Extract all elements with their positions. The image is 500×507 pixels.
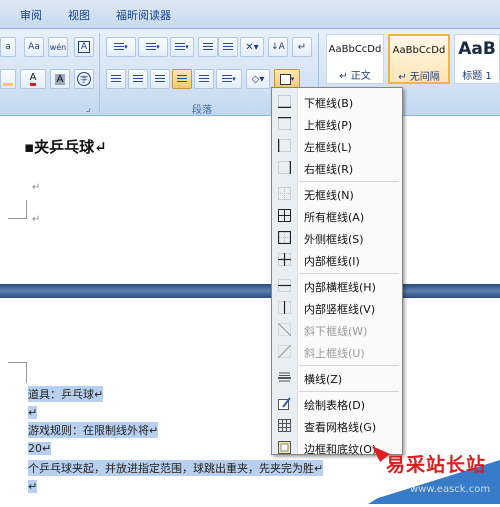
- font-dialog-launcher-icon[interactable]: ⌟: [86, 103, 91, 114]
- all-borders-icon: [278, 209, 291, 222]
- menu-separator: [299, 365, 399, 366]
- watermark-url: www.easck.com: [410, 484, 491, 495]
- align-left-button[interactable]: [106, 69, 126, 89]
- menu-separator: [299, 273, 399, 274]
- horizontal-line-icon: [278, 372, 291, 382]
- menu-item-border-right[interactable]: 右框线(R): [272, 157, 402, 179]
- phonetic-guide-button[interactable]: wén: [48, 37, 68, 57]
- chinese-layout-button[interactable]: ✕▾: [240, 37, 264, 57]
- bullets-button[interactable]: ▾: [106, 37, 136, 57]
- menu-item-border-left[interactable]: 左框线(L): [272, 135, 402, 157]
- inside-horizontal-border-icon: [278, 279, 291, 292]
- ribbon-tab-bar: 审阅 视图 福昕阅读器: [0, 0, 500, 29]
- justify-button[interactable]: [172, 69, 192, 89]
- menu-item-no-border[interactable]: 无框线(N): [272, 183, 402, 205]
- menu-separator: [299, 181, 399, 182]
- heading-text: ▪夹乒乓球↵: [24, 138, 107, 156]
- menu-item-diagonal-down-border[interactable]: 斜下框线(W): [272, 319, 402, 341]
- menu-item-draw-table[interactable]: 绘制表格(D): [272, 393, 402, 415]
- margin-marker: [8, 362, 27, 383]
- page-break-divider: [0, 284, 500, 298]
- doc-line: ↵: [28, 406, 38, 419]
- margin-marker: [8, 200, 27, 219]
- menu-item-horizontal-line[interactable]: 横线(Z): [272, 367, 402, 389]
- decrease-indent-button[interactable]: [198, 37, 218, 57]
- doc-line: 游戏规则：在限制线外将↵: [28, 422, 159, 438]
- border-icon: [279, 73, 291, 85]
- outside-borders-icon: [278, 231, 291, 244]
- pilcrow-icon: ↵: [297, 41, 307, 53]
- menu-item-border-top[interactable]: 上框线(P): [272, 113, 402, 135]
- menu-item-inside-vertical-border[interactable]: 内部竖框线(V): [272, 297, 402, 319]
- border-right-icon: [278, 161, 291, 174]
- menu-item-border-bottom[interactable]: 下框线(B): [272, 91, 402, 113]
- menu-item-inside-horizontal-border[interactable]: 内部横框线(H): [272, 275, 402, 297]
- border-top-icon: [278, 117, 291, 130]
- tab-view[interactable]: 视图: [68, 7, 90, 23]
- diagonal-down-border-icon: [278, 323, 291, 336]
- style-heading-1[interactable]: AaB 标题 1: [454, 34, 500, 84]
- draw-table-icon: [278, 397, 291, 410]
- view-gridlines-icon: [278, 419, 291, 432]
- menu-item-all-borders[interactable]: 所有框线(A): [272, 205, 402, 227]
- font-color-button[interactable]: A: [20, 69, 46, 89]
- numbering-button[interactable]: ▾: [138, 37, 168, 57]
- paragraph-mark: ↵: [32, 182, 41, 193]
- document-page-top[interactable]: ▪夹乒乓球↵ ↵ ↵: [0, 116, 500, 284]
- paragraph-mark: ↵: [32, 214, 41, 225]
- tab-foxit-reader[interactable]: 福昕阅读器: [116, 7, 171, 23]
- font-size-shrink-button[interactable]: a: [0, 37, 16, 57]
- doc-line: 20↵: [28, 442, 52, 455]
- align-right-button[interactable]: [150, 69, 170, 89]
- ribbon: a Aa wén A A A 字 ⌟ ▾ ▾ ▾ ✕▾ ↓A ↵ ▾ ◇▾ ▾ …: [0, 29, 500, 116]
- menu-separator: [299, 391, 399, 392]
- increase-indent-button[interactable]: [218, 37, 238, 57]
- shading-button[interactable]: ◇▾: [246, 69, 270, 89]
- menu-item-diagonal-up-border[interactable]: 斜上框线(U): [272, 341, 402, 363]
- style-normal[interactable]: AaBbCcDd ↵ 正文: [326, 34, 384, 84]
- distributed-button[interactable]: [194, 69, 214, 89]
- borders-dropdown-menu: 下框线(B) 上框线(P) 左框线(L) 右框线(R) 无框线(N) 所有框线(…: [271, 87, 403, 456]
- border-left-icon: [278, 139, 291, 152]
- no-border-icon: [278, 187, 291, 200]
- group-label-paragraph: 段落: [192, 105, 212, 116]
- menu-item-outside-borders[interactable]: 外侧框线(S): [272, 227, 402, 249]
- border-bottom-icon: [278, 95, 291, 108]
- style-no-spacing[interactable]: AaBbCcDd ↵ 无间隔: [388, 34, 450, 84]
- doc-line: 个乒乓球夹起，并放进指定范围，球跳出重夹，先夹完为胜↵: [28, 460, 324, 476]
- font-color-icon: A: [29, 72, 37, 86]
- sort-icon: ↓A: [271, 42, 285, 52]
- enclose-characters-button[interactable]: 字: [74, 69, 94, 89]
- sort-button[interactable]: ↓A: [268, 37, 288, 57]
- character-border-button[interactable]: A: [74, 37, 94, 57]
- inside-borders-icon: [278, 253, 291, 266]
- enclose-icon: 字: [77, 72, 91, 86]
- line-spacing-button[interactable]: ▾: [216, 69, 242, 89]
- doc-line: 道具：乒乓球↵: [28, 386, 104, 402]
- highlight-color-button[interactable]: [0, 69, 16, 89]
- diagonal-up-border-icon: [278, 345, 291, 358]
- doc-line: ↵: [28, 480, 38, 493]
- watermark-text: 易采站长站: [386, 454, 487, 476]
- character-shading-button[interactable]: A: [50, 69, 70, 89]
- change-case-button[interactable]: Aa: [24, 37, 44, 57]
- menu-item-view-gridlines[interactable]: 查看网格线(G): [272, 415, 402, 437]
- show-hide-marks-button[interactable]: ↵: [292, 37, 312, 57]
- borders-dropdown-button[interactable]: ▾: [274, 69, 300, 89]
- watermark-logo: 易采站长站 www.easck.com: [368, 440, 500, 504]
- menu-item-inside-borders[interactable]: 内部框线(I): [272, 249, 402, 271]
- paint-bucket-icon: ◇▾: [251, 73, 265, 85]
- multilevel-list-button[interactable]: ▾: [170, 37, 194, 57]
- group-divider: [99, 33, 100, 113]
- inside-vertical-border-icon: [278, 301, 291, 314]
- borders-shading-icon: [278, 441, 291, 454]
- tab-review[interactable]: 审阅: [20, 7, 42, 23]
- align-center-button[interactable]: [128, 69, 148, 89]
